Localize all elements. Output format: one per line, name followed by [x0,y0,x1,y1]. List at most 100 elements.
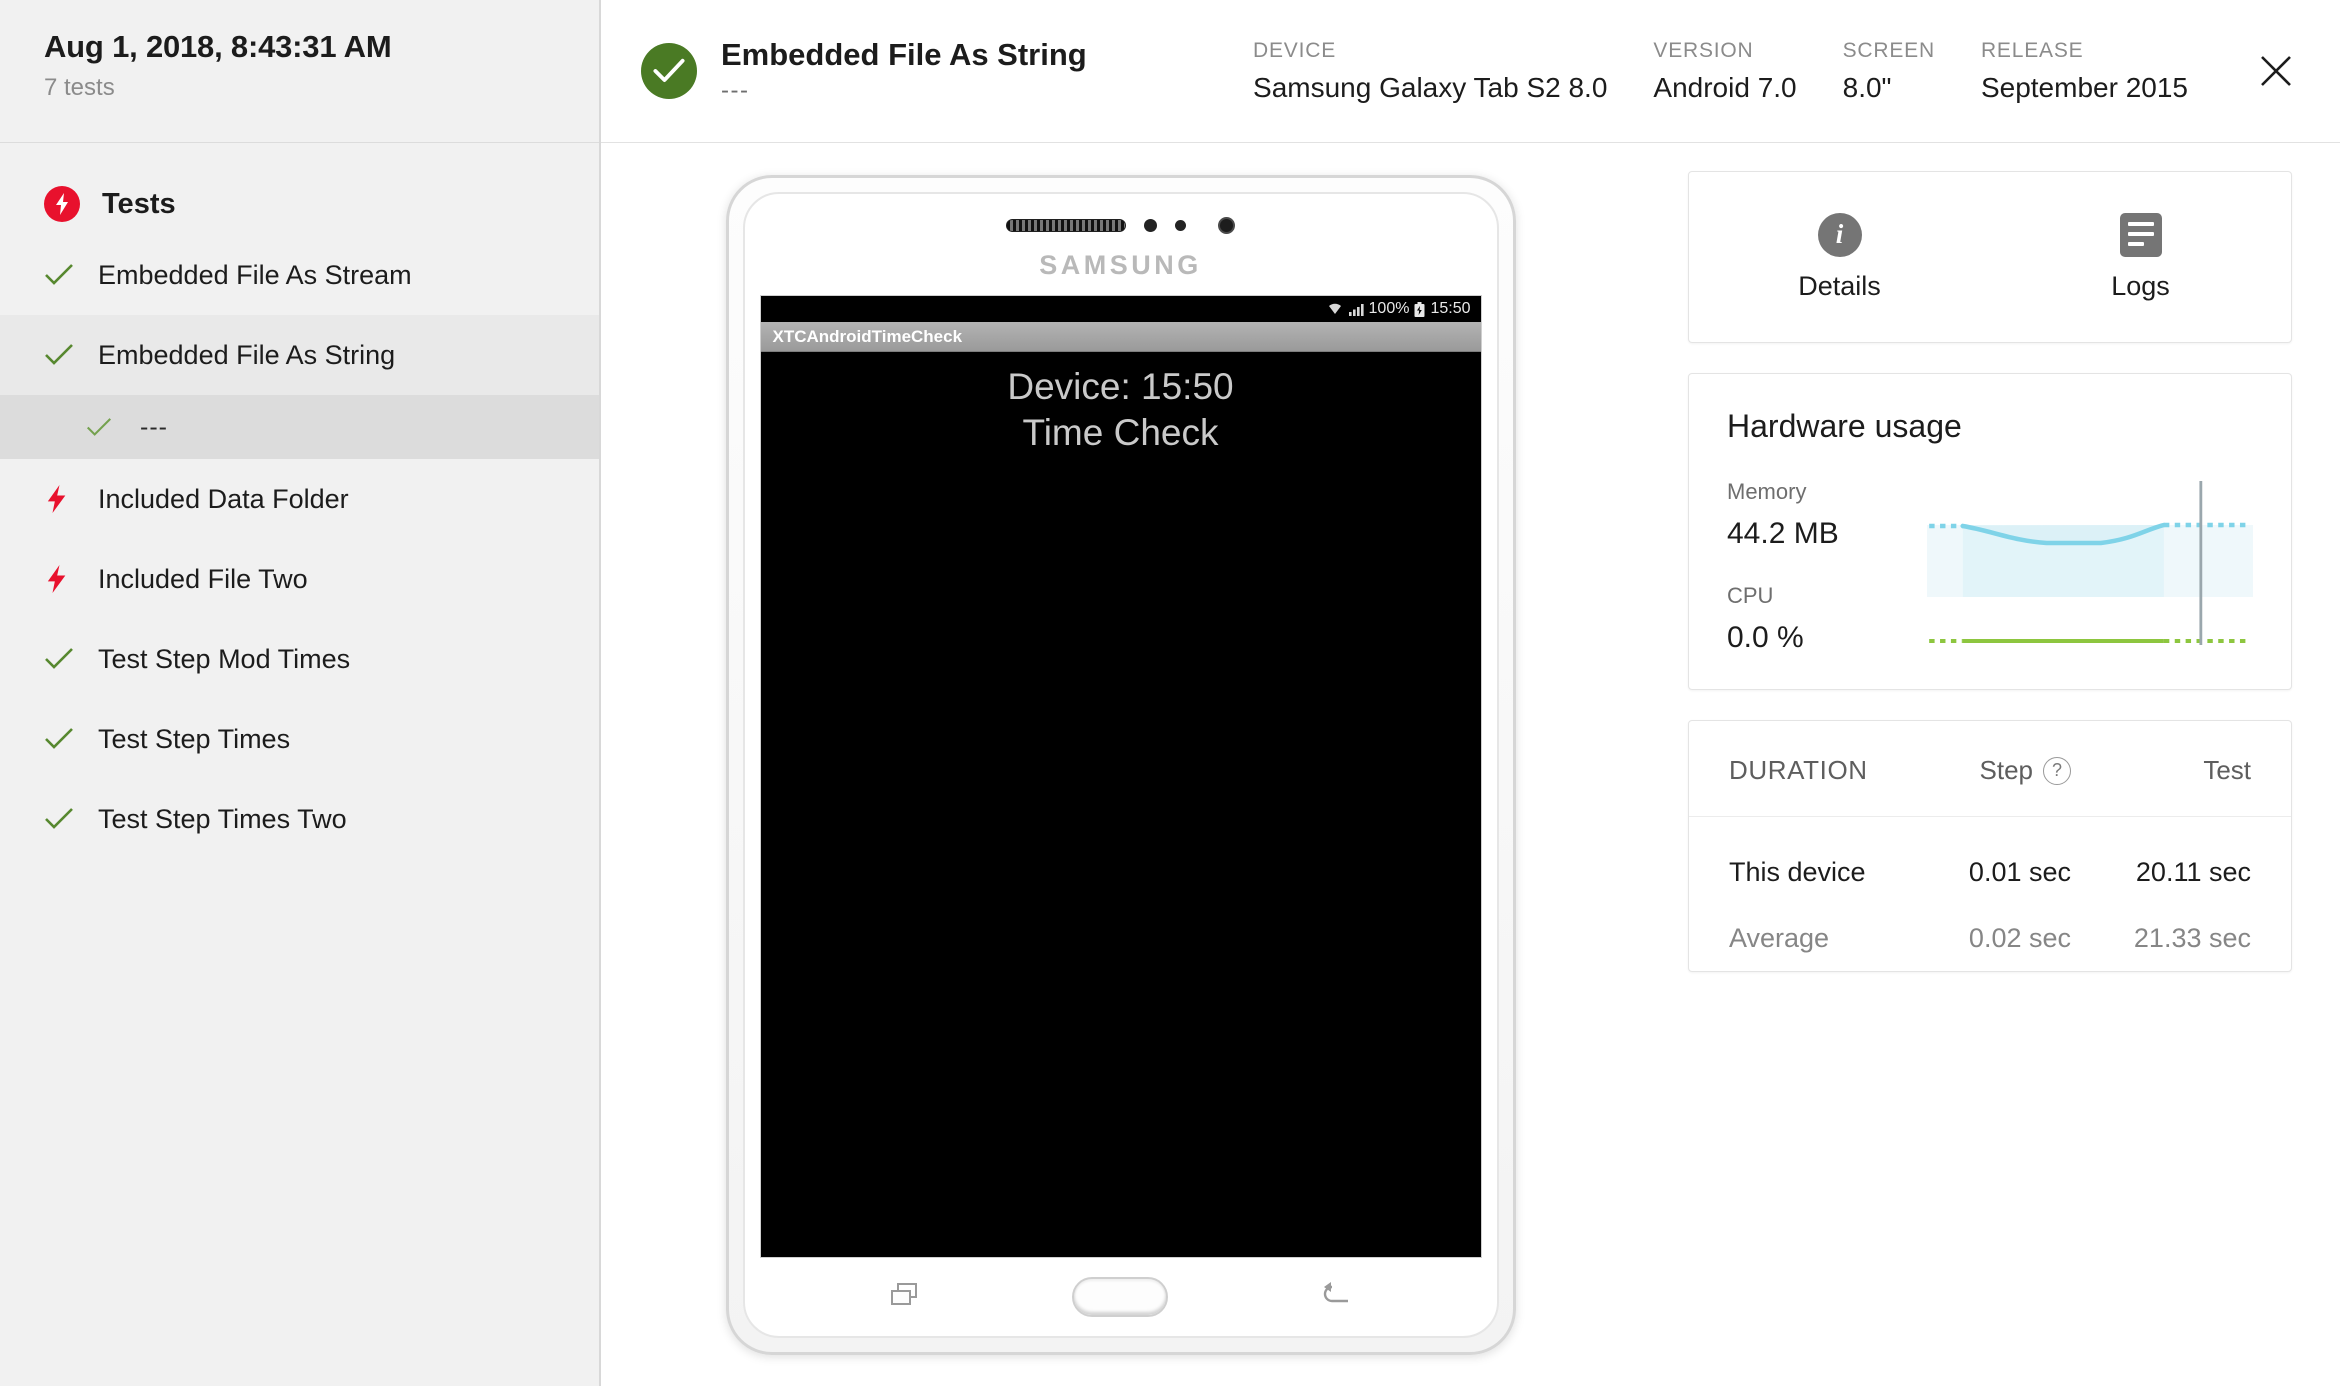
tests-section-label: Tests [102,187,176,220]
duration-row-test-value: 21.33 sec [2133,922,2251,953]
test-list-item[interactable]: Embedded File As String [0,315,599,395]
info-panels: i Details Logs Hardware usage Memory 44.… [1640,143,2340,1386]
battery-icon [1414,301,1425,317]
test-list-item[interactable]: Test Step Times Two [0,779,599,859]
cpu-value: 0.0 % [1727,621,1804,654]
detail-tabs-card: i Details Logs [1688,171,2292,343]
detail-header: Embedded File As String --- DEVICE Samsu… [601,0,2340,143]
tablet-bezel: SAMSUNG 100% 15:50 XTCAndroidTimeCheck D… [742,192,1499,1338]
help-icon[interactable]: ? [2043,756,2071,785]
meta-release-label: RELEASE [1980,38,2084,62]
memory-label: Memory [1727,479,1807,504]
app-screen-body: Device: 15:50 Time Check [760,352,1481,1257]
run-date: Aug 1, 2018, 8:43:31 AM [44,29,392,64]
test-list-item[interactable]: Test Step Times [0,699,599,779]
wifi-icon [1328,303,1341,314]
check-icon [44,263,82,287]
meta-version-value: Android 7.0 [1653,71,1797,103]
device-screen: 100% 15:50 XTCAndroidTimeCheck Device: 1… [759,295,1482,1258]
meta-device: DEVICE Samsung Galaxy Tab S2 8.0 [1253,39,1653,104]
logs-icon [2119,212,2162,257]
duration-row-label: Average [1729,922,1830,953]
meta-version-label: VERSION [1653,38,1754,62]
test-list-item-label: Test Step Times Two [98,803,347,834]
duration-title: DURATION [1729,755,1868,785]
test-list-item[interactable]: Embedded File As Stream [0,235,599,315]
test-list-item-label: Included Data Folder [98,483,349,514]
android-status-bar: 100% 15:50 [760,296,1481,322]
cpu-label: CPU [1727,583,1774,608]
duration-row-step-value: 0.01 sec [1968,856,2071,887]
test-list-item[interactable]: Included Data Folder [0,459,599,539]
front-camera-icon [1218,216,1235,234]
screen-text-line: Device: 15:50 [1007,366,1234,407]
tab-logs[interactable]: Logs [1990,212,2291,302]
run-test-count: 7 tests [44,74,115,102]
app-root: Aug 1, 2018, 8:43:31 AM 7 tests Tests Em… [0,0,2340,1386]
duration-col-step-label: Step [1979,755,2034,785]
check-icon [86,417,124,438]
bolt-icon [44,485,82,513]
bolt-icon [44,565,82,593]
meta-screen: SCREEN 8.0" [1843,39,1981,104]
check-icon [44,647,82,671]
tab-details[interactable]: i Details [1689,212,1990,302]
test-list-item[interactable]: Test Step Mod Times [0,619,599,699]
duration-card: DURATION Step ? Test This device 0.01 se… [1688,720,2292,972]
tablet-mockup: SAMSUNG 100% 15:50 XTCAndroidTimeCheck D… [725,175,1516,1355]
screen-text-line: Time Check [1022,411,1219,453]
android-nav-bar [745,1258,1497,1336]
meta-release: RELEASE September 2015 [1981,39,2234,104]
test-list-item[interactable]: Included File Two [0,539,599,619]
sensor-dot-icon [1175,219,1186,231]
android-action-bar: XTCAndroidTimeCheck [760,322,1481,352]
check-icon [44,807,82,831]
hardware-usage-body: Memory 44.2 MB CPU 0.0 % [1689,479,2291,655]
test-step-item-label: --- [140,412,168,441]
page-title: Embedded File As String [721,37,1087,73]
test-list-item-label: Test Step Mod Times [98,643,351,674]
info-icon: i [1817,212,1862,257]
sensor-dot-icon [1144,218,1157,232]
speaker-grille-icon [1006,218,1126,232]
tests-section-header: Tests [0,143,599,235]
tab-logs-label: Logs [2111,270,2170,301]
duration-col-test: Test [2203,755,2251,785]
bolt-circle-icon [44,186,80,222]
test-list-item-label: Test Step Times [98,723,291,754]
app-title-label: XTCAndroidTimeCheck [772,326,963,346]
device-brand-logo: SAMSUNG [1039,250,1202,280]
test-list-item-label: Embedded File As String [98,339,396,370]
meta-release-value: September 2015 [1980,71,2188,103]
duration-row-test-value: 20.11 sec [2135,856,2251,887]
battery-percent-label: 100% [1368,300,1410,317]
check-icon [44,727,82,751]
status-bar-clock: 15:50 [1430,300,1471,317]
back-arrow-icon[interactable] [1318,1279,1354,1316]
close-icon[interactable] [2248,43,2304,99]
duration-row-label: This device [1729,856,1866,887]
check-circle-icon [641,43,697,99]
test-list-item-label: Included File Two [98,563,308,594]
detail-content: SAMSUNG 100% 15:50 XTCAndroidTimeCheck D… [601,143,2340,1386]
hardware-usage-title: Hardware usage [1727,408,1962,444]
home-button-icon[interactable] [1071,1277,1168,1317]
tab-details-label: Details [1798,270,1881,301]
sidebar: Aug 1, 2018, 8:43:31 AM 7 tests Tests Em… [0,0,601,1386]
meta-screen-value: 8.0" [1842,71,1892,103]
duration-row-this-device: This device 0.01 sec 20.11 sec [1689,839,2291,905]
test-step-item[interactable]: --- [0,395,599,459]
device-meta-group: DEVICE Samsung Galaxy Tab S2 8.0 VERSION… [1253,39,2234,104]
meta-device-label: DEVICE [1253,38,1337,62]
signal-bars-icon [1348,304,1364,316]
meta-device-value: Samsung Galaxy Tab S2 8.0 [1253,71,1608,103]
memory-value: 44.2 MB [1727,517,1839,550]
test-list: Embedded File As Stream Embedded File As… [0,235,599,859]
page-subtitle: --- [721,76,750,104]
title-block: Embedded File As String --- [721,37,1087,105]
duration-header: DURATION Step ? Test [1689,721,2291,817]
main-panel: Embedded File As String --- DEVICE Samsu… [601,0,2340,1386]
recent-apps-icon[interactable] [888,1278,922,1317]
duration-col-step: Step ? [1891,755,2071,786]
test-list-item-label: Embedded File As Stream [98,259,412,290]
